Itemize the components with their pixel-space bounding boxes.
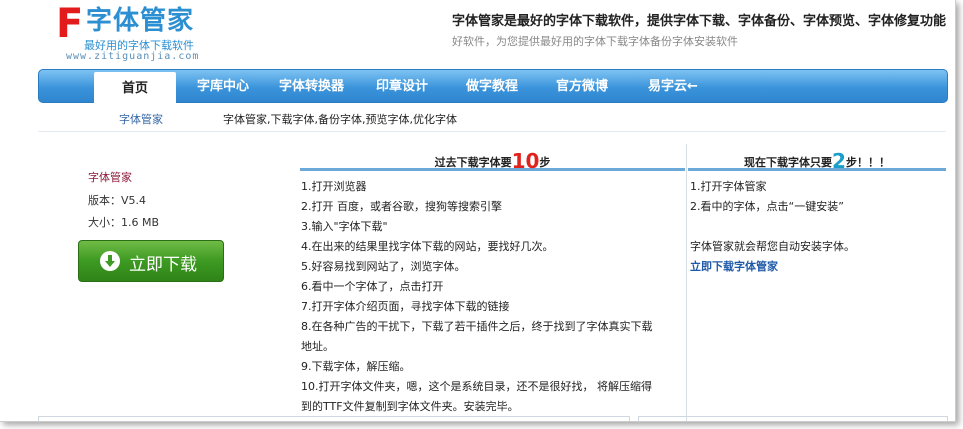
subnav-keywords: 字体管家,下载字体,备份字体,预览字体,优化字体	[223, 113, 457, 126]
column-divider	[686, 144, 687, 421]
now-step: 2.看中的字体，点击“一键安装”	[690, 200, 844, 213]
page-frame: F 字体管家 最好用的字体下载软件 www.zitiguanjia.com 字体…	[0, 0, 956, 422]
download-button[interactable]: 立即下载	[78, 240, 224, 282]
download-link[interactable]: 立即下载字体管家	[690, 258, 778, 274]
now-step: 1.打开字体管家	[690, 180, 767, 193]
subnav-category[interactable]: 字体管家	[119, 111, 163, 127]
product-version: 版本：V5.4	[88, 194, 147, 207]
past-step: 7.打开字体介绍页面，寻找字体下载的链接	[301, 300, 510, 313]
past-step: 8.在各种广告的干扰下，下载了若干插件之后，终于找到了字体真实下载	[301, 320, 653, 333]
bottom-panel-right	[638, 416, 948, 421]
past-title-number: 10	[511, 149, 540, 173]
past-steps-title: 过去下载字体要10步	[300, 149, 685, 173]
now-title-number: 2	[832, 149, 846, 173]
past-step: 地址。	[301, 340, 334, 353]
bottom-panel-left	[38, 416, 630, 421]
main-nav: 首页 字库中心 字体转换器 印章设计 做字教程 官方微博 易字云←	[38, 69, 948, 106]
nav-item-tutorials[interactable]: 做字教程	[466, 70, 518, 102]
download-button-label: 立即下载	[129, 255, 197, 275]
past-step: 到的TTF文件复制到字体文件夹。安装完毕。	[301, 400, 519, 413]
now-note: 字体管家就会帮您自动安装字体。	[690, 240, 855, 253]
past-step: 5.好容易找到网站了，浏览字体。	[301, 260, 466, 273]
past-step: 2.打开 百度，或者谷歌，搜狗等搜索引擎	[301, 200, 502, 213]
logo-letter: F	[56, 1, 84, 47]
logo-url: www.zitiguanjia.com	[66, 51, 200, 62]
now-title-suffix: 步！！！	[845, 156, 890, 169]
nav-item-font-library[interactable]: 字库中心	[197, 70, 249, 102]
past-title-prefix: 过去下载字体要	[434, 156, 512, 169]
nav-item-yiziyun[interactable]: 易字云←	[648, 70, 698, 102]
site-tagline: 字体管家是最好的字体下载软件，提供字体下载、字体备份、字体预览、字体修复功能	[452, 14, 947, 29]
now-title-prefix: 现在下载字体只要	[744, 156, 833, 169]
past-step: 10.打开字体文件夹，嗯，这个是系统目录，还不是很好找， 将解压缩得	[301, 380, 652, 393]
nav-item-weibo[interactable]: 官方微博	[556, 70, 608, 102]
past-title-suffix: 步	[539, 156, 551, 169]
past-step: 1.打开浏览器	[301, 180, 367, 193]
past-steps-header: 过去下载字体要10步	[300, 144, 685, 173]
now-steps-header: 现在下载字体只要2步！！！	[688, 144, 946, 173]
nav-item-seal-design[interactable]: 印章设计	[376, 70, 428, 102]
nav-item-font-converter[interactable]: 字体转换器	[279, 70, 344, 102]
download-arrow-icon	[100, 251, 120, 271]
nav-item-home[interactable]: 首页	[94, 72, 176, 106]
past-step: 4.在出来的结果里找字体下载的网站，要找好几次。	[301, 240, 554, 253]
product-size: 大小：1.6 MB	[88, 216, 160, 229]
divider	[38, 131, 946, 132]
past-step: 3.输入"字体下载"	[301, 220, 388, 233]
logo-name: 字体管家	[86, 6, 195, 36]
past-step: 6.看中一个字体了，点击打开	[301, 280, 444, 293]
past-step: 9.下载字体，解压缩。	[301, 360, 411, 373]
site-logo[interactable]: F 字体管家 最好用的字体下载软件 www.zitiguanjia.com	[56, 1, 216, 64]
now-steps-title: 现在下载字体只要2步！！！	[688, 149, 946, 173]
product-name: 字体管家	[88, 171, 132, 184]
site-subtagline: 好软件，为您提供最好用的字体下载字体备份字体安装软件	[452, 35, 738, 48]
